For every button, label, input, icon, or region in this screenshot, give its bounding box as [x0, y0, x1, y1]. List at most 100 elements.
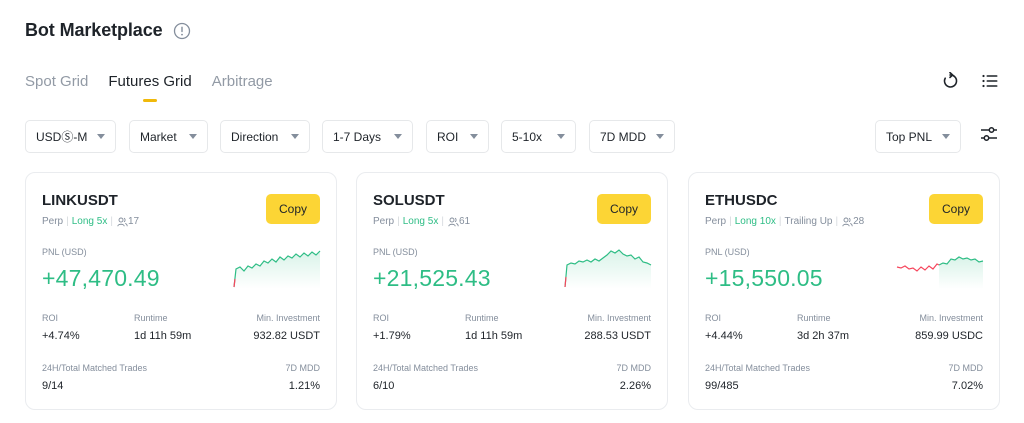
- runtime-filter-dropdown[interactable]: 1-7 Days: [322, 120, 413, 153]
- matched-trades-value: 99/485: [705, 380, 739, 392]
- runtime-label: Runtime: [134, 313, 168, 323]
- mdd-filter-dropdown[interactable]: 7D MDD: [589, 120, 675, 153]
- bot-meta: Perp | Long 5x | 17: [42, 216, 139, 227]
- list-icon[interactable]: [981, 72, 999, 90]
- copy-button[interactable]: Copy: [597, 194, 651, 224]
- bot-card[interactable]: SOLUSDT Perp | Long 5x | 61 Copy PNL (US…: [356, 172, 668, 410]
- pnl-value: +21,525.43: [373, 265, 491, 291]
- mdd-value: 1.21%: [288, 380, 320, 392]
- market-filter-dropdown[interactable]: Market: [129, 120, 208, 153]
- runtime-value: 1d 11h 59m: [134, 330, 192, 342]
- bot-symbol: ETHUSDC: [705, 192, 778, 209]
- runtime-filter-label: 1-7 Days: [333, 129, 382, 144]
- roi-value: +4.44%: [705, 330, 743, 342]
- pnl-sparkline: [564, 249, 652, 289]
- margin-filter-label: USDⓈ-M: [36, 130, 88, 144]
- direction-filter-dropdown[interactable]: Direction: [220, 120, 310, 153]
- sliders-icon[interactable]: [979, 124, 999, 144]
- caret-down-icon: [97, 134, 105, 139]
- margin-filter-dropdown[interactable]: USDⓈ-M: [25, 120, 116, 153]
- direction-tag: Long 10x: [734, 216, 776, 227]
- min-investment-value: 859.99 USDC: [915, 330, 983, 342]
- info-icon[interactable]: [173, 22, 191, 40]
- pnl-label: PNL (USD): [705, 247, 750, 257]
- copier-count: 61: [458, 216, 471, 227]
- min-investment-label: Min. Investment: [587, 313, 651, 323]
- tab-arbitrage[interactable]: Arbitrage: [212, 73, 273, 102]
- caret-down-icon: [394, 134, 402, 139]
- leverage-filter-label: 5-10x: [512, 129, 543, 144]
- runtime-label: Runtime: [797, 313, 831, 323]
- meta-divider: |: [110, 216, 113, 227]
- pnl-value: +47,470.49: [42, 265, 160, 291]
- direction-filter-label: Direction: [231, 129, 279, 144]
- header-actions: [941, 72, 999, 90]
- caret-down-icon: [291, 134, 299, 139]
- sort-label: Top PNL: [886, 129, 933, 144]
- filter-bar: USDⓈ-M Market Direction 1-7 Days ROI 5-1…: [25, 120, 999, 153]
- roi-label: ROI: [705, 313, 722, 323]
- roi-label: ROI: [373, 313, 390, 323]
- mdd-label: 7D MDD: [285, 363, 320, 373]
- meta-divider: |: [729, 216, 732, 227]
- direction-tag: Long 5x: [71, 216, 108, 227]
- market-filter-label: Market: [140, 129, 177, 144]
- bot-symbol: SOLUSDT: [373, 192, 445, 209]
- matched-trades-label: 24H/Total Matched Trades: [373, 363, 479, 373]
- sort-dropdown[interactable]: Top PNL: [875, 120, 961, 153]
- bot-meta: Perp | Long 5x | 61: [373, 216, 470, 227]
- pnl-label: PNL (USD): [42, 247, 87, 257]
- meta-divider: |: [66, 216, 69, 227]
- tab-futures-grid[interactable]: Futures Grid: [108, 73, 191, 102]
- roi-filter-dropdown[interactable]: ROI: [426, 120, 489, 153]
- page-title: Bot Marketplace: [25, 20, 163, 40]
- page-header: Bot Marketplace: [25, 20, 191, 41]
- caret-down-icon: [470, 134, 478, 139]
- matched-trades-value: 6/10: [373, 380, 395, 392]
- copy-button[interactable]: Copy: [266, 194, 320, 224]
- mdd-value: 7.02%: [951, 380, 983, 392]
- runtime-value: 1d 11h 59m: [465, 330, 523, 342]
- matched-trades-value: 9/14: [42, 380, 64, 392]
- copy-button[interactable]: Copy: [929, 194, 983, 224]
- runtime-value: 3d 2h 37m: [797, 330, 849, 342]
- contract-type: Perp: [42, 216, 64, 227]
- matched-trades-label: 24H/Total Matched Trades: [42, 363, 148, 373]
- refresh-icon[interactable]: [941, 72, 959, 90]
- caret-down-icon: [656, 134, 664, 139]
- pnl-label: PNL (USD): [373, 247, 418, 257]
- bot-meta: Perp | Long 10x | Trailing Up | 28: [705, 216, 864, 227]
- contract-type: Perp: [705, 216, 727, 227]
- leverage-filter-dropdown[interactable]: 5-10x: [501, 120, 576, 153]
- bot-card[interactable]: LINKUSDT Perp | Long 5x | 17 Copy PNL (U…: [25, 172, 337, 410]
- copier-count: 17: [127, 216, 140, 227]
- caret-down-icon: [189, 134, 197, 139]
- strategy-tag: Trailing Up: [784, 216, 833, 227]
- caret-down-icon: [942, 134, 950, 139]
- users-icon: [117, 217, 128, 227]
- roi-label: ROI: [42, 313, 59, 323]
- tab-bar: Spot Grid Futures Grid Arbitrage: [25, 73, 273, 102]
- mdd-value: 2.26%: [619, 380, 651, 392]
- tab-spot-grid[interactable]: Spot Grid: [25, 73, 88, 102]
- min-investment-label: Min. Investment: [919, 313, 983, 323]
- meta-divider: |: [441, 216, 444, 227]
- users-icon: [842, 217, 853, 227]
- roi-filter-label: ROI: [437, 129, 459, 144]
- direction-tag: Long 5x: [402, 216, 439, 227]
- contract-type: Perp: [373, 216, 395, 227]
- meta-divider: |: [397, 216, 400, 227]
- min-investment-value: 288.53 USDT: [584, 330, 651, 342]
- mdd-label: 7D MDD: [616, 363, 651, 373]
- mdd-label: 7D MDD: [948, 363, 983, 373]
- roi-value: +4.74%: [42, 330, 80, 342]
- roi-value: +1.79%: [373, 330, 411, 342]
- pnl-sparkline: [233, 250, 321, 289]
- bot-symbol: LINKUSDT: [42, 192, 118, 209]
- copier-count: 28: [853, 216, 865, 227]
- runtime-label: Runtime: [465, 313, 499, 323]
- meta-divider: |: [835, 216, 839, 227]
- pnl-value: +15,550.05: [705, 265, 823, 291]
- mdd-filter-label: 7D MDD: [600, 129, 647, 144]
- bot-card[interactable]: ETHUSDC Perp | Long 10x | Trailing Up | …: [688, 172, 1000, 410]
